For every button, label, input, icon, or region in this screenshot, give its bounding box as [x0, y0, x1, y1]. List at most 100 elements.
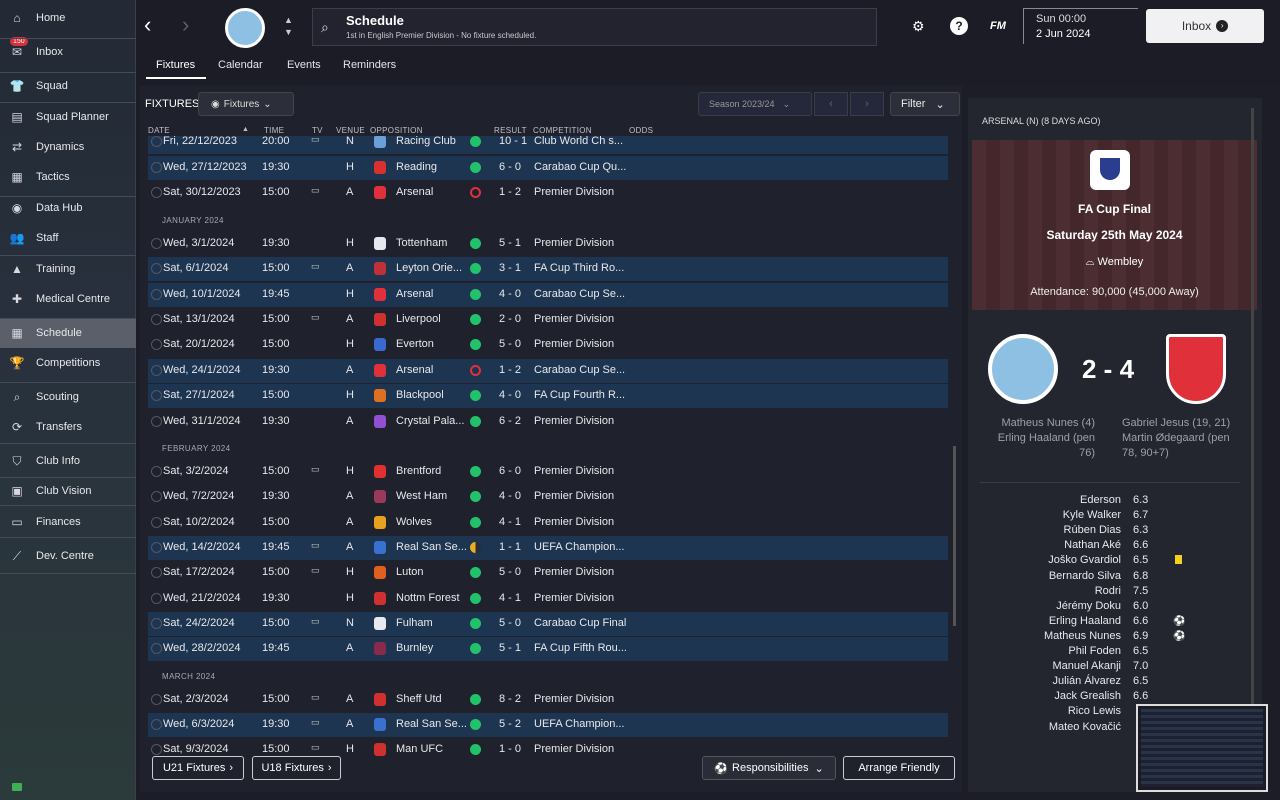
fixture-opposition[interactable]: Reading	[396, 161, 437, 173]
fixture-opposition[interactable]: Everton	[396, 338, 434, 350]
table-row[interactable]: Wed, 7/2/2024 19:30 A West Ham 4 - 0 Premier …	[148, 485, 948, 509]
row-checkbox[interactable]	[151, 289, 162, 300]
table-row[interactable]: Wed, 24/1/2024 19:30 A Arsenal 1 - 2 Carabao …	[148, 359, 948, 383]
table-row[interactable]: Sat, 24/2/2024 15:00 ▭ N Fulham 5 - 0 Carabao …	[148, 612, 948, 636]
row-checkbox[interactable]	[151, 314, 162, 325]
column-header-result[interactable]: RESULT	[494, 126, 527, 135]
fixture-competition[interactable]: Club World Ch s...	[534, 136, 623, 147]
fixture-result[interactable]: 1 - 2	[499, 186, 521, 198]
opponent-crest-icon[interactable]	[374, 389, 386, 402]
row-checkbox[interactable]	[151, 593, 162, 604]
player-name[interactable]: Julián Álvarez	[968, 675, 1121, 687]
tab-calendar[interactable]: Calendar	[218, 59, 263, 71]
fixture-result[interactable]: 4 - 1	[499, 592, 521, 604]
fixture-opposition[interactable]: Blackpool	[396, 389, 444, 401]
fixture-competition[interactable]: Carabao Cup Final	[534, 617, 626, 629]
fixture-result[interactable]: 5 - 0	[499, 617, 521, 629]
table-row[interactable]: Wed, 21/2/2024 19:30 H Nottm Forest 4 - 1 Pre…	[148, 587, 948, 611]
sidebar-item-club-vision[interactable]: ▣ Club Vision	[0, 484, 136, 498]
table-row[interactable]: Wed, 27/12/2023 19:30 H Reading 6 - 0 Carabao…	[148, 156, 948, 180]
table-row[interactable]: Wed, 6/3/2024 19:30 ▭ A Real San Se... 5 - 2 U…	[148, 713, 948, 737]
row-checkbox[interactable]	[151, 162, 162, 173]
fixture-result[interactable]: 6 - 0	[499, 161, 521, 173]
fixture-opposition[interactable]: Arsenal	[396, 288, 433, 300]
row-checkbox[interactable]	[151, 643, 162, 654]
fixture-opposition[interactable]: Tottenham	[396, 237, 447, 249]
fixture-result[interactable]: 1 - 0	[499, 743, 521, 755]
column-header-date[interactable]: DATE	[148, 126, 170, 135]
player-name[interactable]: Kyle Walker	[968, 509, 1121, 521]
fixture-competition[interactable]: Premier Division	[534, 338, 614, 350]
opponent-crest-icon[interactable]	[374, 516, 386, 529]
fixture-competition[interactable]: FA Cup Third Ro...	[534, 262, 624, 274]
row-checkbox[interactable]	[151, 491, 162, 502]
column-header-tv[interactable]: TV	[312, 126, 323, 135]
opponent-crest-icon[interactable]	[374, 642, 386, 655]
opponent-crest-icon[interactable]	[374, 338, 386, 351]
sidebar-item-home[interactable]: ⌂ Home	[0, 11, 136, 25]
table-row[interactable]: Wed, 28/2/2024 19:45 A Burnley 5 - 1 FA Cup F…	[148, 637, 948, 661]
row-checkbox[interactable]	[151, 416, 162, 427]
opponent-crest-icon[interactable]	[374, 592, 386, 605]
sidebar-item-inbox[interactable]: ✉ 150 Inbox	[0, 37, 136, 59]
next-season-button[interactable]: ›	[850, 92, 884, 116]
opponent-crest-icon[interactable]	[374, 313, 386, 326]
opponent-crest-icon[interactable]	[374, 541, 386, 554]
table-row[interactable]: Wed, 31/1/2024 19:30 A Crystal Pala... 6 - 2…	[148, 410, 948, 434]
screenshot-thumbnail[interactable]	[1136, 704, 1268, 792]
fixture-competition[interactable]: Premier Division	[534, 313, 614, 325]
scrollbar[interactable]	[953, 446, 956, 626]
player-name[interactable]: Jérémy Doku	[968, 600, 1121, 612]
sidebar-item-scouting[interactable]: ⌕ Scouting	[0, 390, 136, 404]
fixture-result[interactable]: 4 - 0	[499, 389, 521, 401]
season-dropdown[interactable]: Season 2023/24 ⌄	[698, 92, 812, 116]
fixture-opposition[interactable]: Sheff Utd	[396, 693, 442, 705]
opponent-crest-icon[interactable]	[374, 718, 386, 731]
opponent-crest-icon[interactable]	[374, 617, 386, 630]
opponent-crest-icon[interactable]	[374, 262, 386, 275]
table-row[interactable]: Sat, 17/2/2024 15:00 ▭ H Luton 5 - 0 Premier D…	[148, 561, 948, 585]
fixture-competition[interactable]: Premier Division	[534, 693, 614, 705]
club-crest[interactable]	[225, 8, 265, 48]
row-checkbox[interactable]	[151, 466, 162, 477]
fixture-result[interactable]: 4 - 1	[499, 516, 521, 528]
player-name[interactable]: Mateo Kovačić	[968, 721, 1121, 733]
table-row[interactable]: Sat, 6/1/2024 15:00 ▭ A Leyton Orie... 3 - 1 F…	[148, 257, 948, 281]
sidebar-item-staff[interactable]: 👥 Staff	[0, 231, 136, 245]
fixture-result[interactable]: 5 - 1	[499, 237, 521, 249]
fixture-result[interactable]: 5 - 2	[499, 718, 521, 730]
player-name[interactable]: Bernardo Silva	[968, 570, 1121, 582]
fixture-result[interactable]: 2 - 0	[499, 313, 521, 325]
row-checkbox[interactable]	[151, 567, 162, 578]
player-name[interactable]: Jack Grealish	[968, 690, 1121, 702]
forward-arrow-icon[interactable]: ›	[182, 12, 189, 38]
row-checkbox[interactable]	[151, 542, 162, 553]
row-checkbox[interactable]	[151, 618, 162, 629]
fixture-result[interactable]: 4 - 0	[499, 490, 521, 502]
table-row[interactable]: Sat, 30/12/2023 15:00 ▭ A Arsenal 1 - 2 Premie…	[148, 181, 948, 205]
fixture-competition[interactable]: Premier Division	[534, 415, 614, 427]
sidebar-item-competitions[interactable]: 🏆 Competitions	[0, 356, 136, 370]
row-checkbox[interactable]	[151, 744, 162, 755]
player-name[interactable]: Phil Foden	[968, 645, 1121, 657]
inbox-continue-button[interactable]: Inbox ›	[1146, 9, 1264, 43]
fixture-opposition[interactable]: Nottm Forest	[396, 592, 460, 604]
fixture-opposition[interactable]: Arsenal	[396, 364, 433, 376]
player-name[interactable]: Rico Lewis	[968, 705, 1121, 717]
table-row[interactable]: Sat, 3/2/2024 15:00 ▭ H Brentford 6 - 0 Premie…	[148, 460, 948, 484]
opponent-crest-icon[interactable]	[374, 136, 386, 148]
prev-season-button[interactable]: ‹	[814, 92, 848, 116]
row-checkbox[interactable]	[151, 339, 162, 350]
fixture-opposition[interactable]: Leyton Orie...	[396, 262, 462, 274]
sidebar-item-squad-planner[interactable]: ▤ Squad Planner	[0, 110, 136, 124]
home-team-crest[interactable]	[988, 334, 1058, 404]
fixture-result[interactable]: 10 - 1	[499, 136, 527, 147]
fixture-competition[interactable]: Premier Division	[534, 490, 614, 502]
fixture-competition[interactable]: Premier Division	[534, 465, 614, 477]
filter-button[interactable]: Filter ⌄	[890, 92, 960, 116]
fixture-opposition[interactable]: Real San Se...	[396, 718, 467, 730]
table-row[interactable]: Wed, 3/1/2024 19:30 H Tottenham 5 - 1 Premier…	[148, 232, 948, 256]
opponent-crest-icon[interactable]	[374, 186, 386, 199]
fixture-competition[interactable]: UEFA Champion...	[534, 718, 625, 730]
fixture-opposition[interactable]: Man UFC	[396, 743, 443, 755]
